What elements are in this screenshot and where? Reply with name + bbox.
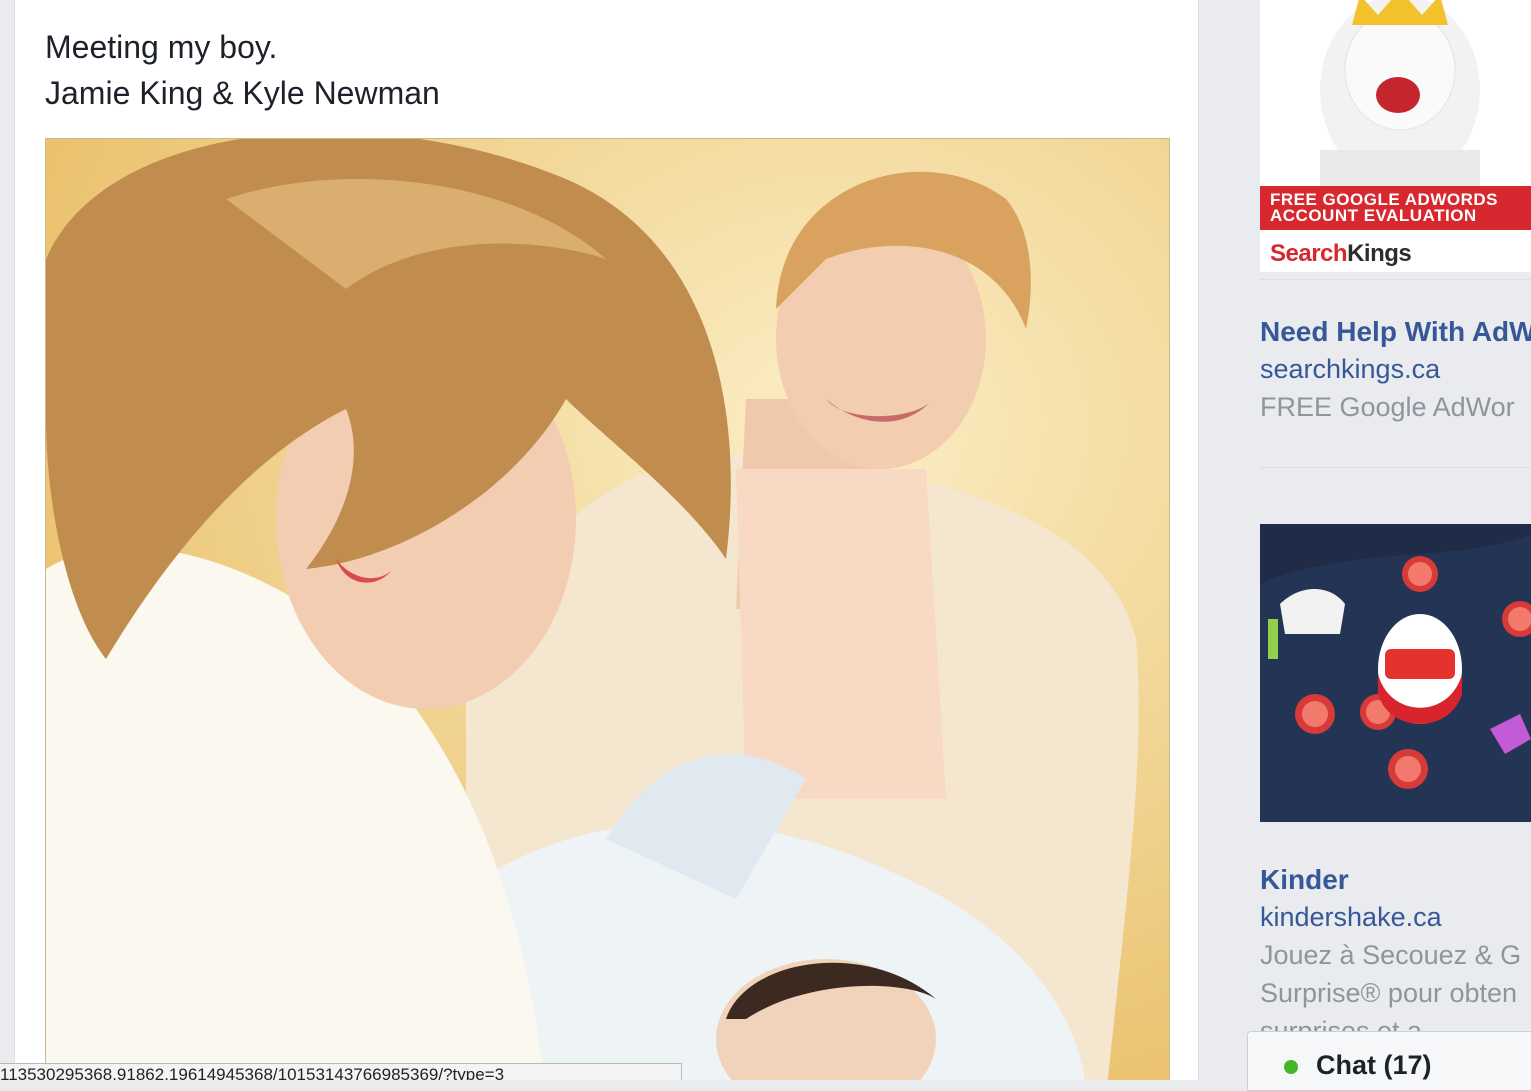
ad-domain-kinder[interactable]: kindershake.ca (1260, 902, 1442, 933)
ad-title-kinder[interactable]: Kinder (1260, 864, 1349, 896)
searchkings-banner: FREE GOOGLE ADWORDS ACCOUNT EVALUATION (1260, 186, 1531, 230)
post-card: Meeting my boy. Jamie King & Kyle Newman (14, 0, 1199, 1080)
kinder-egg-illustration (1260, 524, 1531, 822)
logo-part-2: Kings (1347, 240, 1412, 267)
post-photo[interactable] (45, 138, 1170, 1080)
chat-tab[interactable]: Chat (17) (1247, 1031, 1531, 1091)
online-status-icon (1284, 1060, 1298, 1074)
searchkings-ad-image[interactable]: FREE GOOGLE ADWORDS ACCOUNT EVALUATION S… (1260, 0, 1531, 272)
ad-image-divider (1260, 279, 1531, 280)
post-caption: Meeting my boy. Jamie King & Kyle Newman (45, 24, 440, 116)
status-url-bar: 113530295368.91862.19614945368/101531437… (0, 1063, 682, 1080)
ad-domain-searchkings[interactable]: searchkings.ca (1260, 354, 1440, 385)
caption-line-1: Meeting my boy. (45, 29, 278, 65)
logo-part-1: Search (1270, 240, 1348, 267)
searchkings-logo: SearchKings (1270, 240, 1412, 268)
banner-line-2: ACCOUNT EVALUATION (1270, 206, 1477, 225)
kinder-ad-image[interactable] (1260, 524, 1531, 822)
caption-line-2: Jamie King & Kyle Newman (45, 75, 440, 111)
king-mascot-icon (1260, 0, 1531, 190)
photo-illustration (46, 139, 1169, 1080)
ad-divider (1260, 467, 1531, 468)
ad-desc-line-1: Jouez à Secouez & G (1260, 940, 1522, 970)
right-rail-ads: FREE GOOGLE ADWORDS ACCOUNT EVALUATION S… (1260, 0, 1531, 1080)
chat-label: Chat (17) (1316, 1050, 1432, 1080)
ad-desc-line-2: Surprise® pour obten (1260, 978, 1518, 1008)
ad-description-searchkings: FREE Google AdWor (1260, 392, 1515, 422)
ad-title-searchkings[interactable]: Need Help With AdW (1260, 316, 1531, 348)
